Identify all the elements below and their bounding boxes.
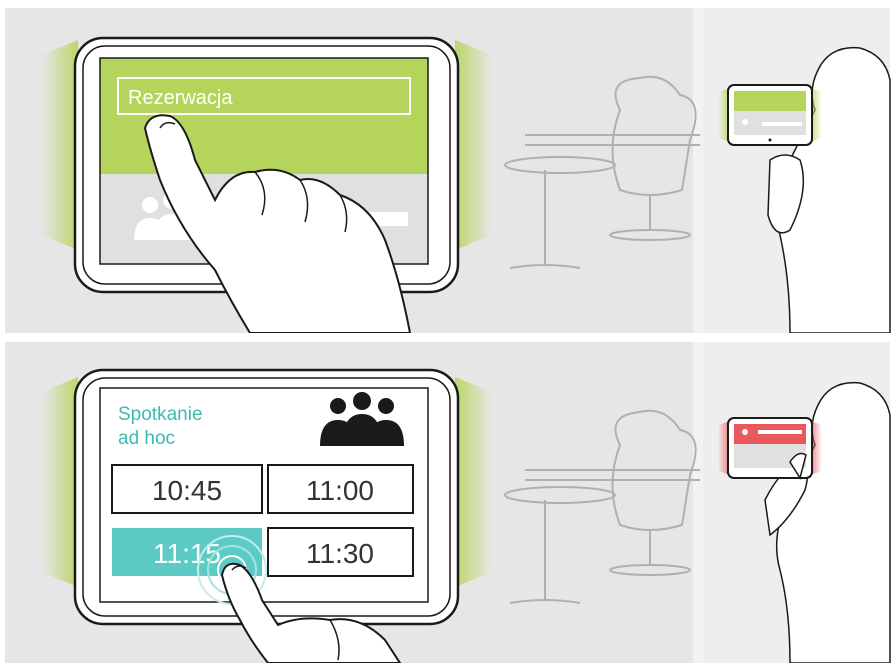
time-slot-label: 11:30 bbox=[306, 538, 374, 569]
bottom-panel: Spotkanie ad hoc 10:45 11:00 11:15 11:30 bbox=[5, 342, 891, 663]
meeting-title-line1: Spotkanie bbox=[118, 404, 203, 425]
glow-left-bottom bbox=[42, 377, 78, 587]
time-slot-label: 10:45 bbox=[152, 475, 222, 506]
wall-tablet-top bbox=[718, 84, 822, 146]
wall-tablet-bottom bbox=[718, 417, 822, 480]
panel-divider bbox=[0, 333, 893, 342]
top-panel: Rezerwacja bbox=[5, 8, 891, 334]
tablet-device-bottom: Spotkanie ad hoc 10:45 11:00 11:15 11:30 bbox=[73, 368, 460, 626]
illustration: Rezerwacja Spotkanie ad hoc 10:45 11:00 … bbox=[0, 8, 893, 663]
time-slot-label: 11:00 bbox=[306, 475, 374, 506]
glow-right-bottom bbox=[455, 377, 492, 587]
time-slot-1045[interactable]: 10:45 bbox=[111, 464, 263, 514]
top-wall-edge bbox=[693, 8, 703, 333]
time-slot-1100[interactable]: 11:00 bbox=[267, 464, 414, 514]
green-screen-area bbox=[100, 58, 428, 174]
glow-left bbox=[42, 40, 78, 250]
bottom-wall-edge bbox=[693, 342, 703, 663]
meeting-title-line2: ad hoc bbox=[118, 428, 175, 449]
time-slot-1130[interactable]: 11:30 bbox=[267, 527, 414, 577]
reservation-button-label: Rezerwacja bbox=[128, 87, 233, 109]
glow-right bbox=[455, 40, 492, 250]
